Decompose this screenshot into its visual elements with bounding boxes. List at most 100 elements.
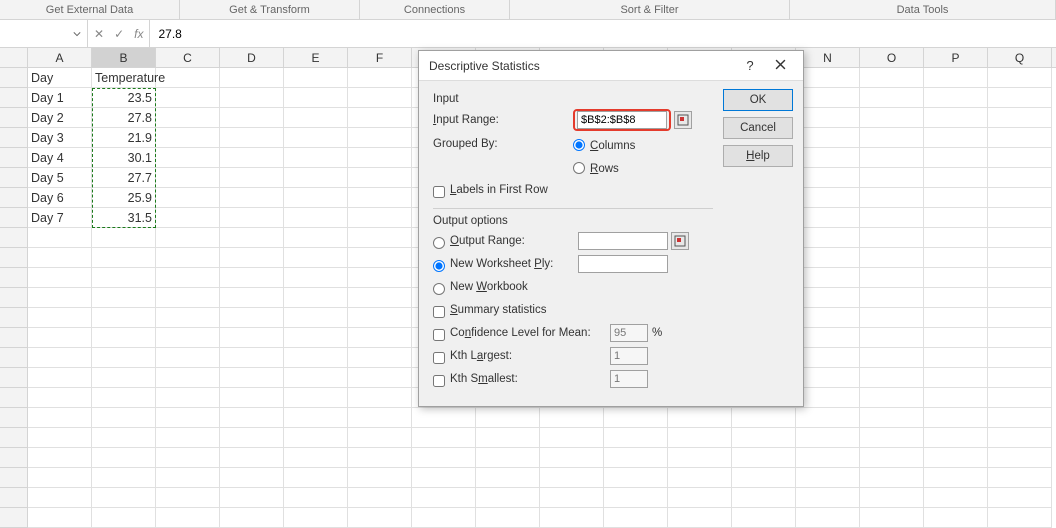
labels-first-row[interactable]: Labels in First Row (433, 180, 713, 200)
cell[interactable] (540, 468, 604, 488)
cell[interactable] (732, 408, 796, 428)
output-range-row[interactable]: Output Range: (433, 231, 713, 251)
cell[interactable] (988, 408, 1052, 428)
cell[interactable]: 27.7 (92, 168, 156, 188)
cell[interactable] (924, 128, 988, 148)
cell[interactable] (28, 268, 92, 288)
cell[interactable] (796, 168, 860, 188)
cell[interactable] (220, 128, 284, 148)
cell[interactable] (220, 148, 284, 168)
row-header[interactable] (0, 468, 28, 488)
cell[interactable] (860, 448, 924, 468)
cell[interactable] (156, 168, 220, 188)
cell[interactable] (348, 448, 412, 468)
cell[interactable]: Temperature (92, 68, 156, 88)
cell[interactable] (476, 508, 540, 528)
cell[interactable] (92, 468, 156, 488)
cell[interactable] (988, 128, 1052, 148)
cell[interactable] (796, 228, 860, 248)
cell[interactable] (28, 308, 92, 328)
cell[interactable] (796, 328, 860, 348)
row-header[interactable] (0, 128, 28, 148)
cell[interactable] (348, 508, 412, 528)
cell[interactable] (92, 368, 156, 388)
output-range-picker-icon[interactable] (671, 232, 689, 250)
cell[interactable] (284, 228, 348, 248)
cell[interactable]: 25.9 (92, 188, 156, 208)
cell[interactable] (796, 428, 860, 448)
cell[interactable] (988, 188, 1052, 208)
cell[interactable] (92, 328, 156, 348)
cell[interactable] (796, 248, 860, 268)
cell[interactable] (988, 168, 1052, 188)
cell[interactable] (156, 68, 220, 88)
row-header[interactable] (0, 428, 28, 448)
row-header[interactable] (0, 288, 28, 308)
cell[interactable] (412, 488, 476, 508)
col-header-A[interactable]: A (28, 48, 92, 67)
cell[interactable] (860, 248, 924, 268)
cell[interactable]: 27.8 (92, 108, 156, 128)
row-header[interactable] (0, 328, 28, 348)
cell[interactable] (860, 208, 924, 228)
cell[interactable] (412, 448, 476, 468)
cell[interactable] (156, 108, 220, 128)
cell[interactable] (92, 308, 156, 328)
cell[interactable] (860, 88, 924, 108)
cell[interactable] (540, 448, 604, 468)
cell[interactable] (92, 488, 156, 508)
cell[interactable] (732, 488, 796, 508)
cell[interactable] (92, 348, 156, 368)
cell[interactable] (284, 288, 348, 308)
cell[interactable] (284, 308, 348, 328)
cell[interactable] (988, 288, 1052, 308)
col-header-B[interactable]: B (92, 48, 156, 67)
cell[interactable] (28, 408, 92, 428)
cell[interactable]: 30.1 (92, 148, 156, 168)
cell[interactable] (284, 68, 348, 88)
cell[interactable] (156, 148, 220, 168)
cell[interactable] (348, 388, 412, 408)
checkbox-kth-largest[interactable] (433, 352, 445, 364)
grouped-by-columns[interactable]: Columns (573, 137, 635, 152)
cell[interactable] (860, 308, 924, 328)
cell[interactable] (348, 108, 412, 128)
cell[interactable] (924, 208, 988, 228)
cell[interactable] (28, 248, 92, 268)
row-header[interactable] (0, 168, 28, 188)
cell[interactable] (220, 508, 284, 528)
cell[interactable] (732, 468, 796, 488)
cell[interactable] (924, 228, 988, 248)
cell[interactable] (668, 508, 732, 528)
cell[interactable] (220, 288, 284, 308)
cell[interactable] (924, 408, 988, 428)
cell[interactable] (796, 148, 860, 168)
dialog-help-icon[interactable]: ? (735, 58, 765, 73)
cell[interactable] (348, 288, 412, 308)
cell[interactable] (796, 448, 860, 468)
cell[interactable] (860, 328, 924, 348)
cell[interactable] (476, 408, 540, 428)
cell[interactable] (988, 428, 1052, 448)
cell[interactable] (28, 508, 92, 528)
cell[interactable] (284, 208, 348, 228)
cell[interactable] (860, 468, 924, 488)
cell[interactable] (860, 268, 924, 288)
col-header-N[interactable]: N (796, 48, 860, 67)
cell[interactable] (988, 468, 1052, 488)
cell[interactable] (796, 368, 860, 388)
help-button[interactable]: Help (723, 145, 793, 167)
name-box[interactable] (0, 20, 88, 47)
cell[interactable] (796, 88, 860, 108)
cell[interactable] (156, 288, 220, 308)
cell[interactable] (604, 408, 668, 428)
cell[interactable] (348, 308, 412, 328)
cell[interactable] (284, 508, 348, 528)
cell[interactable] (220, 108, 284, 128)
cell[interactable] (412, 468, 476, 488)
cell[interactable] (604, 488, 668, 508)
row-header[interactable] (0, 228, 28, 248)
radio-output-range[interactable] (433, 237, 445, 249)
row-header[interactable] (0, 108, 28, 128)
row-header[interactable] (0, 68, 28, 88)
